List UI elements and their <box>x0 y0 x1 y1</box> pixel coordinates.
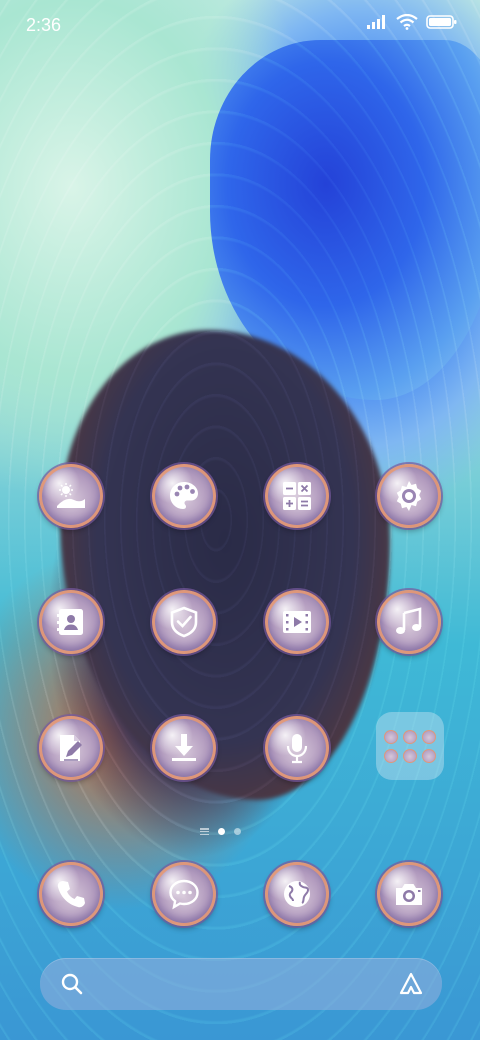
camera-icon <box>396 884 422 905</box>
search-bar[interactable] <box>40 958 442 1010</box>
app-downloads[interactable] <box>152 716 216 780</box>
page-dot-active[interactable] <box>218 828 225 835</box>
app-security[interactable] <box>152 590 216 654</box>
app-folder[interactable] <box>376 712 444 780</box>
search-icon[interactable] <box>60 972 84 996</box>
contact-card-icon <box>57 609 83 635</box>
film-play-icon <box>283 611 311 633</box>
feed-page-indicator[interactable] <box>200 828 209 835</box>
page-indicator[interactable] <box>200 828 241 835</box>
shield-check-icon <box>170 606 198 638</box>
folder-app-icon <box>403 729 417 744</box>
calculator-icon <box>283 482 311 510</box>
dock-messages[interactable] <box>152 862 216 926</box>
microphone-icon <box>286 734 308 764</box>
globe-icon <box>284 881 310 907</box>
signal-icon <box>367 15 385 29</box>
app-videos[interactable] <box>265 590 329 654</box>
wifi-icon <box>396 14 418 30</box>
page-dot[interactable] <box>234 828 241 835</box>
gear-icon <box>396 481 422 511</box>
app-settings[interactable] <box>377 464 441 528</box>
folder-app-icon <box>422 729 436 744</box>
landscape-icon <box>57 483 85 508</box>
status-bar: 2:36 <box>0 0 480 50</box>
dock-phone[interactable] <box>39 862 103 926</box>
app-notes[interactable] <box>39 716 103 780</box>
dock-camera[interactable] <box>377 862 441 926</box>
app-contacts[interactable] <box>39 590 103 654</box>
dock-browser[interactable] <box>265 862 329 926</box>
folder-app-icon <box>384 748 398 763</box>
palette-icon <box>170 482 198 509</box>
folder-app-icon <box>384 729 398 744</box>
app-recorder[interactable] <box>265 716 329 780</box>
app-gallery[interactable] <box>39 464 103 528</box>
note-pencil-icon <box>60 735 82 761</box>
app-calculator[interactable] <box>265 464 329 528</box>
download-icon <box>172 734 196 761</box>
assistant-icon[interactable] <box>398 971 424 997</box>
chat-bubble-icon <box>169 879 199 910</box>
battery-icon <box>426 15 457 29</box>
folder-app-icon <box>403 748 417 763</box>
phone-icon <box>57 881 85 908</box>
app-music[interactable] <box>377 590 441 654</box>
music-note-icon <box>396 607 422 634</box>
folder-app-icon <box>422 748 436 763</box>
app-themes[interactable] <box>152 464 216 528</box>
status-time: 2:36 <box>26 15 62 35</box>
